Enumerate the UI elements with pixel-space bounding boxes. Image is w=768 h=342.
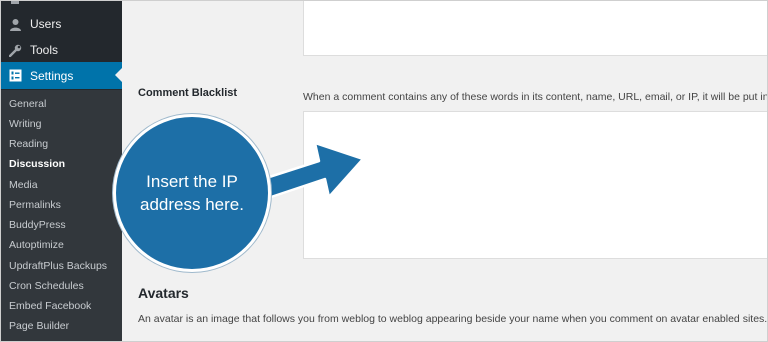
callout-line-2: address here. [140,195,244,214]
callout-line-1: Insert the IP [146,172,238,191]
callout-bubble: Insert the IP address here. [113,114,271,272]
screenshot-frame: Users Tools Settings General Writing Rea… [0,0,768,342]
